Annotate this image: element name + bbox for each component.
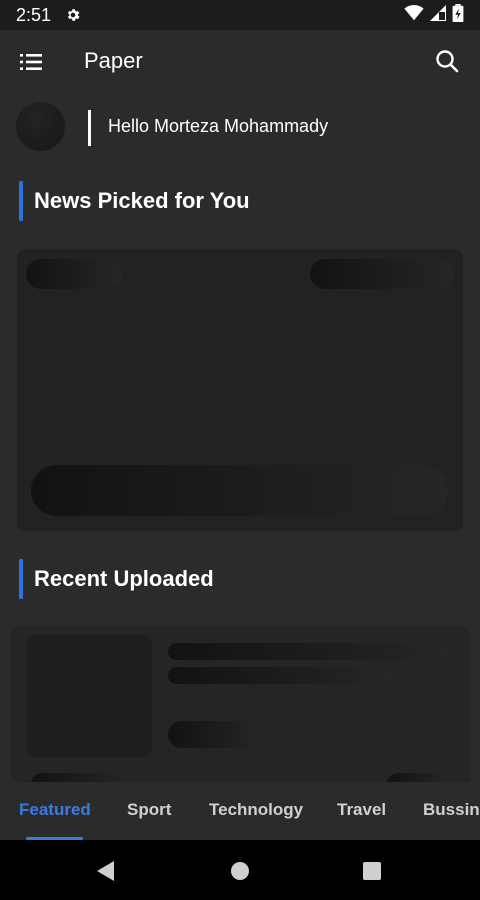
- back-icon[interactable]: [94, 858, 120, 884]
- gear-icon: [65, 7, 81, 23]
- greeting-text: Hello Morteza Mohammady: [108, 116, 329, 136]
- app-title: Paper: [84, 48, 143, 73]
- skeleton-title-bar: [31, 465, 448, 516]
- section-accent-bar: [19, 559, 23, 599]
- skeleton-line-1: [168, 643, 449, 660]
- signal-icon: [430, 4, 446, 26]
- recent-card-skeleton[interactable]: [11, 626, 470, 786]
- section-title-news-picked: News Picked for You: [34, 188, 250, 213]
- skeleton-tag-right: [310, 259, 454, 289]
- app-bar: Paper: [0, 30, 480, 94]
- battery-icon: [452, 3, 464, 27]
- tab-featured[interactable]: Featured: [19, 800, 91, 820]
- search-icon[interactable]: [434, 48, 460, 74]
- recents-icon[interactable]: [359, 858, 385, 884]
- section-header-news-picked: News Picked for You: [19, 181, 250, 221]
- skeleton-tag-left: [26, 259, 122, 289]
- skeleton-meta: [168, 721, 263, 748]
- home-icon[interactable]: [227, 858, 253, 884]
- menu-icon[interactable]: [20, 50, 46, 74]
- category-tabs: Featured Sport Technology Travel Bussine: [0, 782, 480, 840]
- tab-sport[interactable]: Sport: [127, 800, 171, 820]
- wifi-icon: [404, 4, 424, 26]
- skeleton-line-2: [168, 667, 391, 684]
- greeting-divider: [88, 110, 91, 146]
- tab-travel[interactable]: Travel: [337, 800, 386, 820]
- section-title-recent: Recent Uploaded: [34, 566, 214, 591]
- skeleton-thumbnail: [27, 634, 152, 758]
- section-accent-bar: [19, 181, 23, 221]
- section-header-recent: Recent Uploaded: [19, 559, 214, 599]
- status-time: 2:51: [16, 4, 52, 25]
- tab-business[interactable]: Bussine: [423, 800, 480, 820]
- navigation-bar: [0, 840, 480, 900]
- avatar[interactable]: [16, 102, 65, 151]
- tab-technology[interactable]: Technology: [209, 800, 303, 820]
- news-picked-card-skeleton[interactable]: [17, 249, 463, 531]
- status-bar: 2:51: [0, 0, 480, 30]
